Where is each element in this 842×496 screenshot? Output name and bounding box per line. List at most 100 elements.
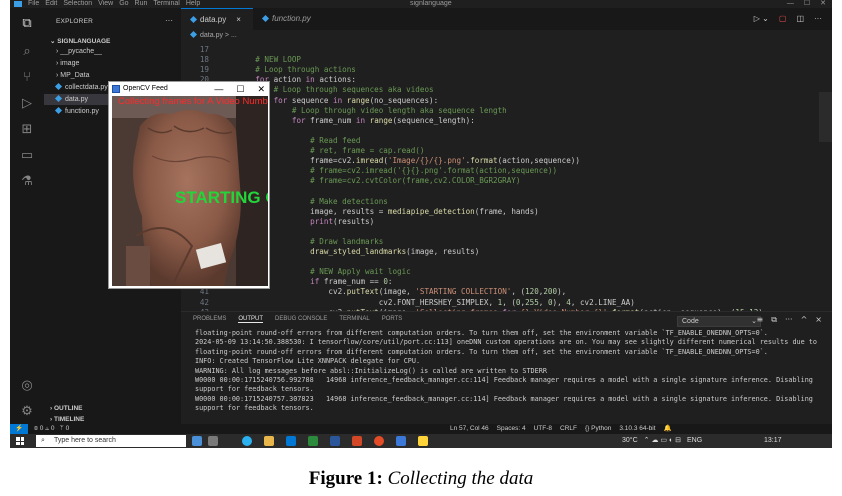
split-editor-icon[interactable]: ◫ [796,8,804,30]
edge-browser-icon[interactable] [242,436,252,446]
tab-data-py[interactable]: data.py × [181,8,253,30]
explorer-icon[interactable]: ⧉ [19,16,35,32]
tree-item-pycache[interactable]: › __pycache__ [56,46,102,57]
more-actions-icon[interactable]: ··· [165,16,173,25]
filter-icon[interactable]: ≡ [757,315,764,325]
tree-item-mp-data[interactable]: › MP_Data [56,70,89,81]
search-icon[interactable]: ⌕ [19,44,35,60]
run-python-icon[interactable]: ▷ ⌄ [754,8,769,30]
output-channel-select[interactable]: Code ⌄ [677,316,761,327]
opencv-window[interactable]: OpenCV Feed — ☐ ✕ Collecting frames for … [108,81,270,289]
timeline-section[interactable]: › TIMELINE [50,416,84,423]
outline-section[interactable]: › OUTLINE [50,405,83,412]
caption-text: Collecting the data [387,468,534,489]
encoding[interactable]: UTF-8 [534,424,552,434]
menu-edit[interactable]: Edit [45,0,57,8]
file-explorer-icon[interactable] [264,436,274,446]
workspace-folder[interactable]: ⌄ SIGNLANGUAGE [50,37,110,45]
remote-explorer-icon[interactable]: ▭ [19,148,35,164]
extensions-icon[interactable]: ⊞ [19,122,35,138]
minimize-icon[interactable]: — [787,0,794,8]
minimap[interactable] [819,92,832,142]
windows-start-icon[interactable] [16,437,24,445]
tab-ports[interactable]: PORTS [382,316,403,323]
notifications-bell-icon[interactable]: 🔔 [664,424,672,434]
opencv-taskbar-icon[interactable] [396,436,406,446]
tab-debug-console[interactable]: DEBUG CONSOLE [275,316,327,323]
tree-item-label: collectdata.py [65,84,108,91]
source-control-icon[interactable]: ⑂ [19,70,35,86]
powerpoint-icon[interactable] [352,436,362,446]
close-icon[interactable]: ✕ [257,82,265,96]
menu-view[interactable]: View [98,0,113,8]
language-mode[interactable]: {} Python [585,424,611,434]
run-debug-icon[interactable]: ▷ [19,96,35,112]
word-icon[interactable] [330,436,340,446]
menu-help[interactable]: Help [186,0,200,8]
close-tab-icon[interactable]: × [236,15,241,24]
tab-function-py[interactable]: function.py [253,8,333,30]
ports-indicator[interactable]: ᛘ 0 [60,425,69,432]
tree-item-function[interactable]: function.py [54,106,99,117]
code-line[interactable]: cv2.FONT_HERSHEY_SIMPLEX, 1, (0,255, 0),… [237,298,635,307]
taskbar-search-input[interactable]: ⌕ Type here to search [36,435,186,447]
maximize-icon[interactable]: ☐ [804,0,810,8]
settings-gear-icon[interactable]: ⚙ [19,404,35,420]
task-view-icon[interactable] [192,436,202,446]
tab-problems[interactable]: PROBLEMS [193,316,226,323]
opencv-titlebar[interactable]: OpenCV Feed — ☐ ✕ [109,82,269,96]
minimize-icon[interactable]: — [214,82,223,96]
tab-terminal[interactable]: TERMINAL [339,316,369,323]
copy-icon[interactable]: ⧉ [771,315,777,325]
maximize-panel-icon[interactable]: ^ [801,315,808,325]
code-line[interactable]: # frame=cv2.imread('{}{}.png'.format(act… [237,166,557,175]
input-language[interactable]: ENG [687,434,702,448]
menu-terminal[interactable]: Terminal [153,0,179,8]
maximize-icon[interactable]: ☐ [236,82,244,96]
chrome-icon[interactable] [374,436,384,446]
stop-icon[interactable]: ▢ [779,8,787,30]
problems-indicator[interactable]: ⊗ 0 ⚠ 0 [34,425,54,432]
more-actions-icon[interactable]: ··· [814,8,822,30]
code-line[interactable]: # Loop through actions [237,65,356,74]
menu-run[interactable]: Run [135,0,148,8]
code-line[interactable]: image, results = mediapipe_detection(fra… [237,207,539,216]
widgets-icon[interactable] [208,436,218,446]
code-line[interactable]: # NEW LOOP [237,55,301,64]
menu-file[interactable]: File [28,0,39,8]
close-panel-icon[interactable]: × [815,315,822,325]
vscode-taskbar-icon[interactable] [286,436,296,446]
tree-item-image[interactable]: › image [56,58,79,69]
panel-tabs: PROBLEMS OUTPUT DEBUG CONSOLE TERMINAL P… [193,316,402,323]
explorer-header: EXPLORER [56,18,94,25]
code-line[interactable]: for frame_num in range(sequence_length): [237,116,475,125]
testing-icon[interactable]: ⚗ [19,174,35,190]
menu-selection[interactable]: Selection [63,0,92,8]
window-title[interactable]: signlanguage [410,0,452,8]
tree-item-collectdata[interactable]: collectdata.py [54,82,108,93]
tray-icons[interactable]: ⌃ ☁ ▭ ◐ ⊟ [644,434,681,448]
python-taskbar-icon[interactable] [418,436,428,446]
remote-indicator-icon[interactable]: ⚡ [10,424,28,434]
code-line[interactable]: # frame=cv2.cvtColor(frame,cv2.COLOR_BGR… [237,176,520,185]
python-file-icon [189,15,198,24]
line-ending[interactable]: CRLF [560,424,577,434]
python-interpreter[interactable]: 3.10.3 64-bit [619,424,655,434]
code-editor[interactable]: 17 18 # NEW LOOP 19 # Loop through actions… [181,42,832,311]
cursor-position[interactable]: Ln 57, Col 46 [450,424,489,434]
taskbar-clock[interactable]: 13:17 [764,434,782,448]
tab-output[interactable]: OUTPUT [238,316,264,323]
close-icon[interactable]: ✕ [820,0,826,8]
menu-go[interactable]: Go [119,0,128,8]
more-icon[interactable]: ··· [785,315,793,325]
breadcrumb[interactable]: data.py > ... [181,30,832,42]
excel-icon[interactable] [308,436,318,446]
code-line[interactable]: # Loop through video length aka sequence… [237,106,507,115]
code-line[interactable]: frame=cv2.imread('Image/{}/{}.png'.forma… [237,156,580,165]
code-line[interactable]: cv2.putText(image, 'STARTING COLLECTION'… [237,287,566,296]
account-icon[interactable]: ◎ [19,378,35,394]
weather-widget[interactable]: 30°C [622,434,638,448]
output-log[interactable]: floating-point round-off errors from dif… [195,329,825,421]
code-line[interactable]: draw_styled_landmarks(image, results) [237,247,479,256]
indentation[interactable]: Spaces: 4 [497,424,526,434]
